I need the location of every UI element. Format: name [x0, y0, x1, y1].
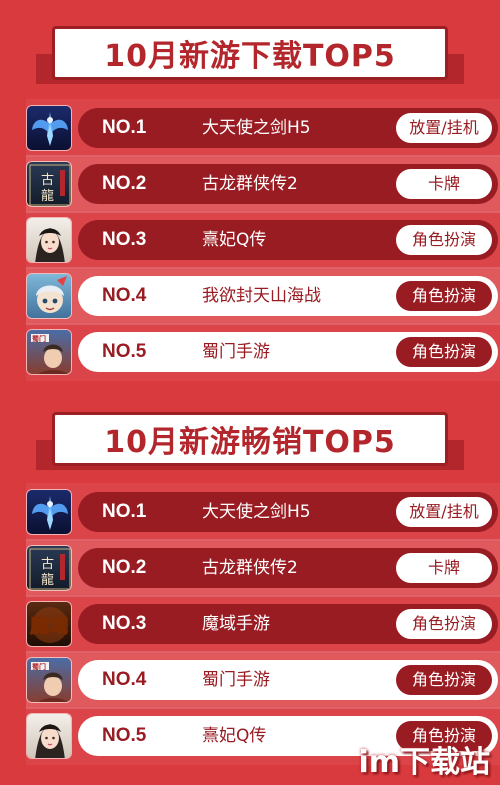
ranking-row[interactable]: 魔域 NO.3 魔域手游 角色扮演 — [26, 595, 500, 653]
row-pill: NO.1 大天使之剑H5 放置/挂机 — [78, 108, 498, 148]
row-pill: NO.3 熹妃Q传 角色扮演 — [78, 220, 498, 260]
ranking-row[interactable]: NO.1 大天使之剑H5 放置/挂机 — [26, 483, 500, 541]
angel-sword-icon[interactable] — [26, 105, 72, 151]
row-pill: NO.5 蜀门手游 角色扮演 — [78, 332, 498, 372]
rank-label: NO.5 — [102, 341, 147, 362]
rank-label: NO.4 — [102, 285, 147, 306]
gulong-icon[interactable]: 古龍 — [26, 545, 72, 591]
svg-text:蜀门: 蜀门 — [32, 662, 46, 671]
game-name[interactable]: 大天使之剑H5 — [202, 108, 311, 148]
svg-text:龍: 龍 — [41, 188, 54, 204]
genre-tag: 角色扮演 — [396, 665, 492, 695]
svg-text:古: 古 — [41, 173, 54, 188]
row-pill: NO.1 大天使之剑H5 放置/挂机 — [78, 492, 498, 532]
game-name[interactable]: 古龙群侠传2 — [202, 164, 298, 204]
genre-tag: 卡牌 — [396, 553, 492, 583]
rank-label: NO.5 — [102, 725, 147, 746]
genre-tag: 角色扮演 — [396, 609, 492, 639]
sales-title: 10月新游畅销TOP5 — [52, 412, 448, 466]
game-name[interactable]: 蜀门手游 — [202, 332, 270, 372]
fengtian-icon[interactable] — [26, 273, 72, 319]
ranking-row[interactable]: NO.3 熹妃Q传 角色扮演 — [26, 211, 500, 269]
ranking-row[interactable]: 蜀门 NO.4 蜀门手游 角色扮演 — [26, 651, 500, 709]
genre-tag: 角色扮演 — [396, 281, 492, 311]
genre-tag: 放置/挂机 — [396, 113, 492, 143]
sales-title-banner: 10月新游畅销TOP5 — [36, 412, 464, 474]
ranking-row[interactable]: 古龍 NO.2 古龙群侠传2 卡牌 — [26, 539, 500, 597]
svg-text:古: 古 — [41, 557, 54, 572]
genre-tag: 卡牌 — [396, 169, 492, 199]
rank-label: NO.1 — [102, 501, 147, 522]
svg-text:蜀门: 蜀门 — [32, 334, 46, 343]
svg-text:魔域: 魔域 — [30, 614, 68, 637]
row-pill: NO.2 古龙群侠传2 卡牌 — [78, 164, 498, 204]
game-name[interactable]: 熹妃Q传 — [202, 220, 266, 260]
rank-label: NO.3 — [102, 613, 147, 634]
angel-sword-icon[interactable] — [26, 489, 72, 535]
xifei-icon[interactable] — [26, 217, 72, 263]
moyu-icon[interactable]: 魔域 — [26, 601, 72, 647]
rank-label: NO.3 — [102, 229, 147, 250]
row-pill: NO.2 古龙群侠传2 卡牌 — [78, 548, 498, 588]
game-name[interactable]: 魔域手游 — [202, 604, 270, 644]
ranking-row[interactable]: NO.1 大天使之剑H5 放置/挂机 — [26, 99, 500, 157]
game-name[interactable]: 蜀门手游 — [202, 660, 270, 700]
row-pill: NO.3 魔域手游 角色扮演 — [78, 604, 498, 644]
gulong-icon[interactable]: 古龍 — [26, 161, 72, 207]
ranking-row[interactable]: 蜀门 NO.5 蜀门手游 角色扮演 — [26, 323, 500, 381]
genre-tag: 放置/挂机 — [396, 497, 492, 527]
downloads-title: 10月新游下载TOP5 — [52, 26, 448, 80]
shumen-icon[interactable]: 蜀门 — [26, 657, 72, 703]
row-pill: NO.4 我欲封天山海战 角色扮演 — [78, 276, 498, 316]
game-name[interactable]: 大天使之剑H5 — [202, 492, 311, 532]
game-name[interactable]: 我欲封天山海战 — [202, 276, 321, 316]
genre-tag: 角色扮演 — [396, 337, 492, 367]
downloads-title-banner: 10月新游下载TOP5 — [36, 26, 464, 88]
svg-text:龍: 龍 — [41, 572, 54, 588]
rank-label: NO.1 — [102, 117, 147, 138]
genre-tag: 角色扮演 — [396, 225, 492, 255]
xifei-icon[interactable] — [26, 713, 72, 759]
rank-label: NO.4 — [102, 669, 147, 690]
rank-label: NO.2 — [102, 173, 147, 194]
game-name[interactable]: 古龙群侠传2 — [202, 548, 298, 588]
ranking-row[interactable]: NO.4 我欲封天山海战 角色扮演 — [26, 267, 500, 325]
row-pill: NO.4 蜀门手游 角色扮演 — [78, 660, 498, 700]
watermark: im下载站 — [358, 745, 490, 780]
rank-label: NO.2 — [102, 557, 147, 578]
ranking-row[interactable]: 古龍 NO.2 古龙群侠传2 卡牌 — [26, 155, 500, 213]
shumen-icon[interactable]: 蜀门 — [26, 329, 72, 375]
game-name[interactable]: 熹妃Q传 — [202, 716, 266, 756]
